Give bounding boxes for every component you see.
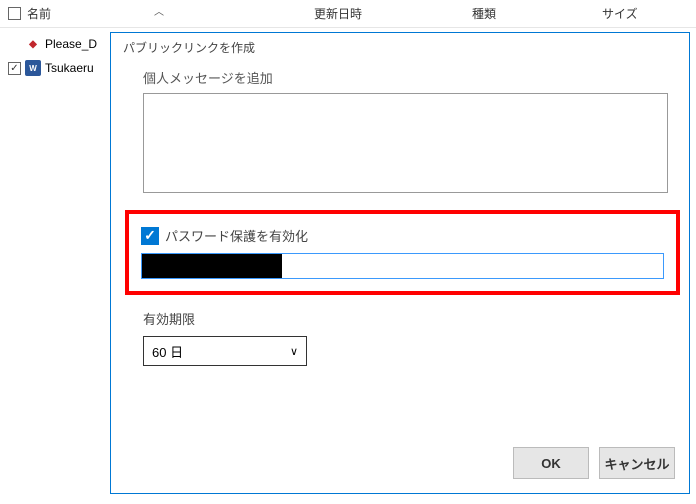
cancel-button[interactable]: キャンセル <box>599 447 675 479</box>
expiry-label: 有効期限 <box>143 309 677 328</box>
chevron-down-icon: ∨ <box>290 345 298 358</box>
personal-message-textarea[interactable] <box>143 93 668 193</box>
column-headers-row: 名前 ︿ 更新日時 種類 サイズ <box>0 0 696 28</box>
file-name-label: Tsukaeru <box>45 61 94 75</box>
expiry-section: 有効期限 60 日 ∨ <box>143 309 677 366</box>
ok-button[interactable]: OK <box>513 447 589 479</box>
column-header-size[interactable]: サイズ <box>598 5 688 22</box>
word-icon: W <box>25 60 41 76</box>
password-highlight-box: パスワード保護を有効化 <box>125 210 680 295</box>
expiry-selected-value: 60 日 <box>152 342 183 361</box>
message-section-label: 個人メッセージを追加 <box>143 68 677 87</box>
password-protection-checkbox[interactable] <box>141 227 159 245</box>
password-checkbox-label: パスワード保護を有効化 <box>165 226 308 245</box>
row-checkbox[interactable] <box>8 62 21 75</box>
file-name-label: Please_D <box>45 37 97 51</box>
public-link-dialog: パブリックリンクを作成 個人メッセージを追加 パスワード保護を有効化 有効期限 … <box>110 32 690 494</box>
dialog-button-row: OK キャンセル <box>513 447 675 479</box>
column-header-type[interactable]: 種類 <box>468 5 598 22</box>
column-header-name[interactable]: 名前 ︿ <box>0 5 310 22</box>
select-all-checkbox[interactable] <box>8 7 21 20</box>
pdf-icon: ◆ <box>25 36 41 52</box>
column-header-date[interactable]: 更新日時 <box>310 5 468 22</box>
password-input[interactable] <box>141 253 664 279</box>
password-checkbox-row: パスワード保護を有効化 <box>141 226 664 245</box>
column-name-label: 名前 <box>27 5 51 22</box>
dialog-title: パブリックリンクを作成 <box>123 39 677 56</box>
sort-chevron-icon: ︿ <box>154 3 164 18</box>
password-mask-icon <box>142 254 282 278</box>
expiry-select[interactable]: 60 日 ∨ <box>143 336 307 366</box>
